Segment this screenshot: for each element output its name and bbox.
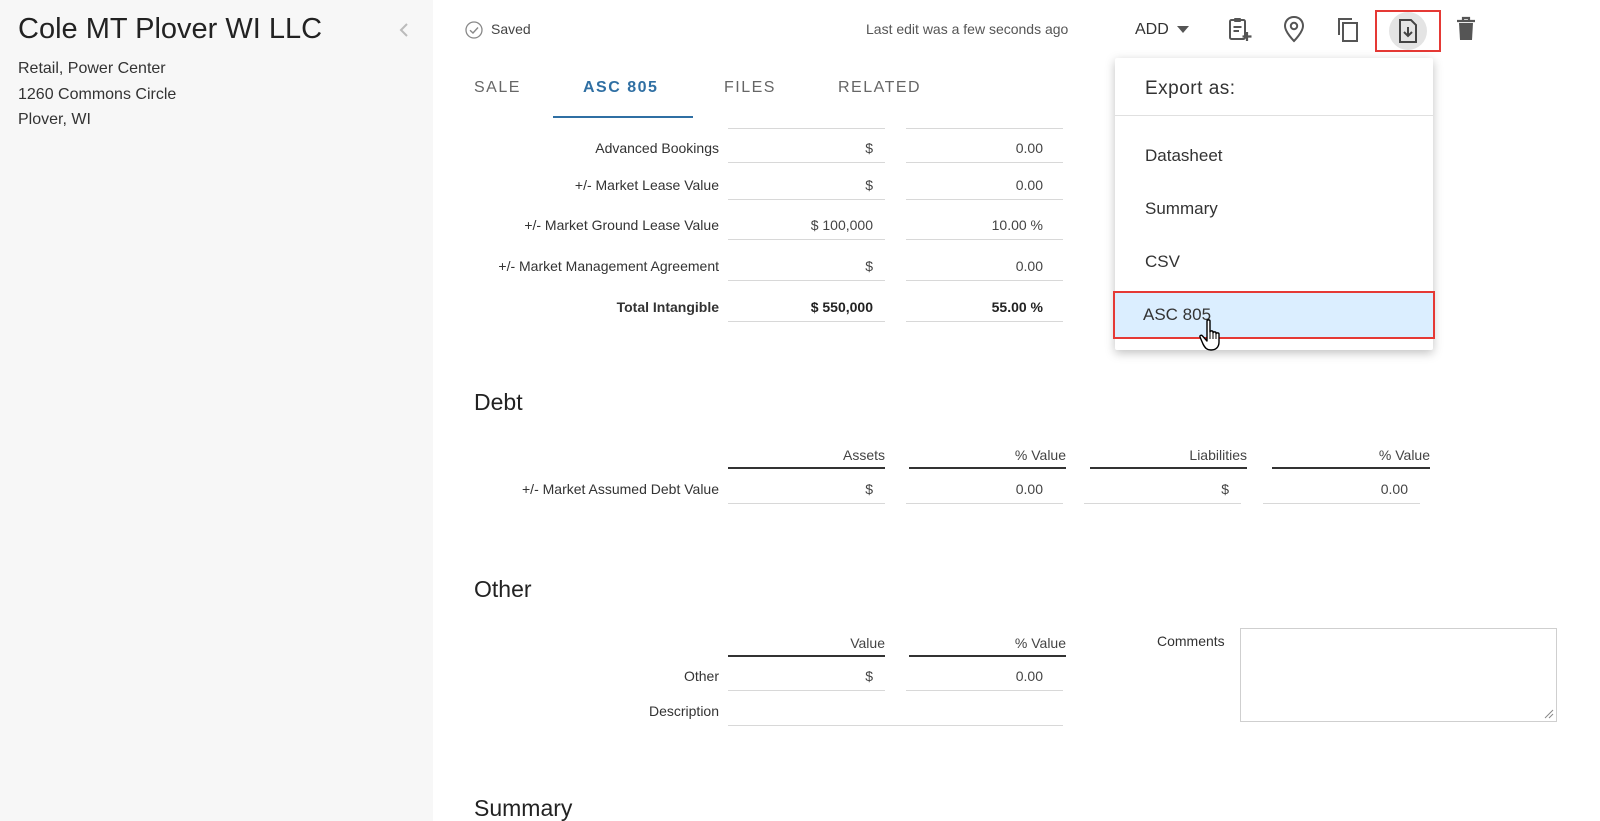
property-title: Cole MT Plover WI LLC: [18, 13, 323, 45]
property-type: Retail, Power Center: [18, 60, 166, 77]
chevron-left-icon: [399, 23, 408, 37]
row-label-market-lease: +/- Market Lease Value: [574, 177, 719, 193]
clipboard-add-icon: [1229, 18, 1252, 41]
col-head-assets: Assets: [728, 447, 885, 469]
advanced-bookings-percent[interactable]: 0.00: [906, 131, 1063, 163]
property-address-line1: 1260 Commons Circle: [18, 86, 177, 103]
row-label-description: Description: [648, 703, 719, 719]
export-option-datasheet[interactable]: Datasheet: [1115, 132, 1433, 180]
col-head-liabilities: Liabilities: [1090, 447, 1247, 469]
resize-grip-icon[interactable]: [1544, 709, 1554, 719]
tab-related[interactable]: RELATED: [838, 79, 921, 97]
description-input[interactable]: [728, 694, 1063, 726]
delete-button[interactable]: [1451, 14, 1481, 44]
row-label-assumed-debt: +/- Market Assumed Debt Value: [522, 481, 719, 497]
collapse-sidebar-button[interactable]: [395, 20, 415, 40]
market-management-percent[interactable]: 0.00: [906, 249, 1063, 281]
property-address-line2: Plover, WI: [18, 111, 91, 128]
file-download-icon: [1399, 19, 1417, 43]
market-lease-percent[interactable]: 0.00: [906, 168, 1063, 200]
market-lease-value[interactable]: $: [728, 168, 885, 200]
tab-sale[interactable]: SALE: [474, 79, 521, 97]
scrolled-cell: [906, 97, 1063, 129]
export-button[interactable]: [1375, 10, 1441, 52]
advanced-bookings-value[interactable]: $: [728, 131, 885, 163]
market-ground-lease-percent[interactable]: 10.00 %: [906, 208, 1063, 240]
row-label-other: Other: [683, 668, 719, 684]
tab-asc-805[interactable]: ASC 805: [583, 79, 658, 97]
export-menu-header: Export as:: [1145, 78, 1236, 99]
map-pin-icon: [1283, 15, 1305, 43]
add-label: ADD: [1135, 21, 1169, 38]
other-percent[interactable]: 0.00: [906, 659, 1063, 691]
assumed-debt-liabilities-percent[interactable]: 0.00: [1263, 472, 1420, 504]
tab-files[interactable]: FILES: [724, 79, 776, 97]
row-label-market-management: +/- Market Management Agreement: [498, 258, 719, 274]
section-title-debt: Debt: [474, 389, 523, 415]
col-head-assets-pct: % Value: [909, 447, 1066, 469]
total-intangible-value: $ 550,000: [728, 290, 885, 322]
other-value[interactable]: $: [728, 659, 885, 691]
export-button-highlight: [1389, 12, 1427, 50]
assumed-debt-liabilities[interactable]: $: [1084, 472, 1241, 504]
export-option-csv[interactable]: CSV: [1115, 238, 1433, 286]
trash-icon: [1457, 16, 1475, 40]
add-note-button[interactable]: [1224, 14, 1254, 44]
last-edit-status: Last edit was a few seconds ago: [866, 21, 1069, 37]
export-option-asc-805[interactable]: ASC 805: [1113, 291, 1435, 339]
add-menu-button[interactable]: ADD: [1135, 17, 1189, 43]
duplicate-button[interactable]: [1333, 14, 1363, 44]
assumed-debt-assets-percent[interactable]: 0.00: [906, 472, 1063, 504]
section-title-other: Other: [474, 576, 532, 602]
comments-textarea[interactable]: [1240, 628, 1557, 722]
export-menu-divider: [1115, 115, 1433, 116]
export-menu: Export as: Datasheet Summary CSV ASC 805: [1113, 58, 1435, 350]
caret-down-icon: [1176, 26, 1189, 33]
saved-status: Saved: [491, 21, 531, 37]
comments-label: Comments: [1157, 633, 1225, 649]
section-title-summary: Summary: [474, 795, 573, 821]
row-label-advanced-bookings: Advanced Bookings: [595, 140, 719, 156]
check-circle-icon: [465, 21, 483, 39]
market-ground-lease-value[interactable]: $ 100,000: [728, 208, 885, 240]
export-option-summary[interactable]: Summary: [1115, 185, 1433, 233]
scrolled-cell: [728, 97, 885, 129]
row-label-total-intangible: Total Intangible: [616, 299, 719, 315]
market-management-value[interactable]: $: [728, 249, 885, 281]
row-label-market-ground-lease: +/- Market Ground Lease Value: [524, 217, 719, 233]
col-head-value: Value: [728, 635, 885, 657]
location-button[interactable]: [1279, 14, 1309, 44]
active-tab-indicator: [553, 116, 693, 118]
copy-icon: [1338, 18, 1358, 42]
property-sidebar: Cole MT Plover WI LLC Retail, Power Cent…: [0, 0, 433, 821]
col-head-liabilities-pct: % Value: [1272, 447, 1430, 469]
assumed-debt-assets[interactable]: $: [728, 472, 885, 504]
col-head-value-pct: % Value: [909, 635, 1066, 657]
total-intangible-percent: 55.00 %: [906, 290, 1063, 322]
